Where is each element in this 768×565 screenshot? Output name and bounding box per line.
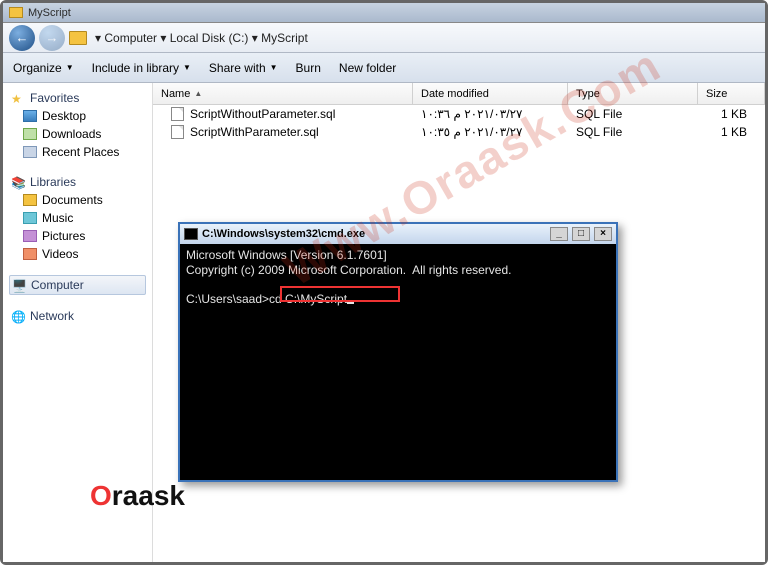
sort-arrow-icon: ▲ bbox=[194, 89, 202, 98]
sidebar-documents[interactable]: Documents bbox=[9, 191, 146, 209]
sidebar-libraries[interactable]: Libraries bbox=[9, 173, 146, 191]
network-icon bbox=[11, 310, 25, 322]
cmd-title: C:\Windows\system32\cmd.exe bbox=[202, 228, 365, 240]
recent-icon bbox=[23, 146, 37, 158]
nav-bar: ← → ▾ Computer ▾ Local Disk (C:) ▾ MyScr… bbox=[3, 23, 765, 53]
sidebar-computer[interactable]: Computer bbox=[9, 275, 146, 295]
library-icon bbox=[11, 176, 25, 188]
sidebar-recent[interactable]: Recent Places bbox=[9, 143, 146, 161]
back-button[interactable]: ← bbox=[9, 25, 35, 51]
documents-icon bbox=[23, 194, 37, 206]
folder-icon bbox=[9, 7, 23, 18]
cmd-window[interactable]: C:\Windows\system32\cmd.exe _ □ × Micros… bbox=[178, 222, 618, 482]
sidebar-desktop[interactable]: Desktop bbox=[9, 107, 146, 125]
breadcrumb-folder-icon bbox=[69, 31, 87, 45]
minimize-button[interactable]: _ bbox=[550, 227, 568, 241]
organize-menu[interactable]: Organize ▼ bbox=[13, 61, 74, 75]
window-titlebar[interactable]: MyScript bbox=[3, 3, 765, 23]
toolbar: Organize ▼ Include in library ▼ Share wi… bbox=[3, 53, 765, 83]
videos-icon bbox=[23, 248, 37, 260]
col-name[interactable]: Name ▲ bbox=[153, 83, 413, 104]
pictures-icon bbox=[23, 230, 37, 242]
desktop-icon bbox=[23, 110, 37, 122]
cursor-icon bbox=[347, 302, 354, 304]
cmd-icon bbox=[184, 228, 198, 240]
sidebar-music[interactable]: Music bbox=[9, 209, 146, 227]
file-icon bbox=[171, 125, 184, 139]
col-size[interactable]: Size bbox=[698, 83, 765, 104]
sidebar-downloads[interactable]: Downloads bbox=[9, 125, 146, 143]
sidebar-pictures[interactable]: Pictures bbox=[9, 227, 146, 245]
maximize-button[interactable]: □ bbox=[572, 227, 590, 241]
file-row[interactable]: ScriptWithParameter.sql ٢٠٢١/٠٣/٢٧ م ١٠:… bbox=[153, 123, 765, 141]
cmd-titlebar[interactable]: C:\Windows\system32\cmd.exe _ □ × bbox=[180, 224, 616, 244]
share-with-menu[interactable]: Share with ▼ bbox=[209, 61, 278, 75]
burn-button[interactable]: Burn bbox=[296, 61, 321, 75]
music-icon bbox=[23, 212, 37, 224]
forward-button[interactable]: → bbox=[39, 25, 65, 51]
file-icon bbox=[171, 107, 184, 121]
star-icon bbox=[11, 92, 25, 104]
highlight-box bbox=[280, 286, 400, 302]
close-button[interactable]: × bbox=[594, 227, 612, 241]
sidebar-network[interactable]: Network bbox=[9, 307, 146, 325]
sidebar-favorites[interactable]: Favorites bbox=[9, 89, 146, 107]
col-type[interactable]: Type bbox=[568, 83, 698, 104]
download-icon bbox=[23, 128, 37, 140]
brand-logo: Oraask bbox=[90, 480, 185, 512]
column-headers[interactable]: Name ▲ Date modified Type Size bbox=[153, 83, 765, 105]
computer-icon bbox=[12, 279, 26, 291]
sidebar-videos[interactable]: Videos bbox=[9, 245, 146, 263]
include-library-menu[interactable]: Include in library ▼ bbox=[92, 61, 191, 75]
window-title: MyScript bbox=[28, 7, 71, 19]
file-row[interactable]: ScriptWithoutParameter.sql ٢٠٢١/٠٣/٢٧ م … bbox=[153, 105, 765, 123]
new-folder-button[interactable]: New folder bbox=[339, 61, 396, 75]
breadcrumb[interactable]: ▾ Computer ▾ Local Disk (C:) ▾ MyScript bbox=[95, 31, 308, 45]
col-date[interactable]: Date modified bbox=[413, 83, 568, 104]
